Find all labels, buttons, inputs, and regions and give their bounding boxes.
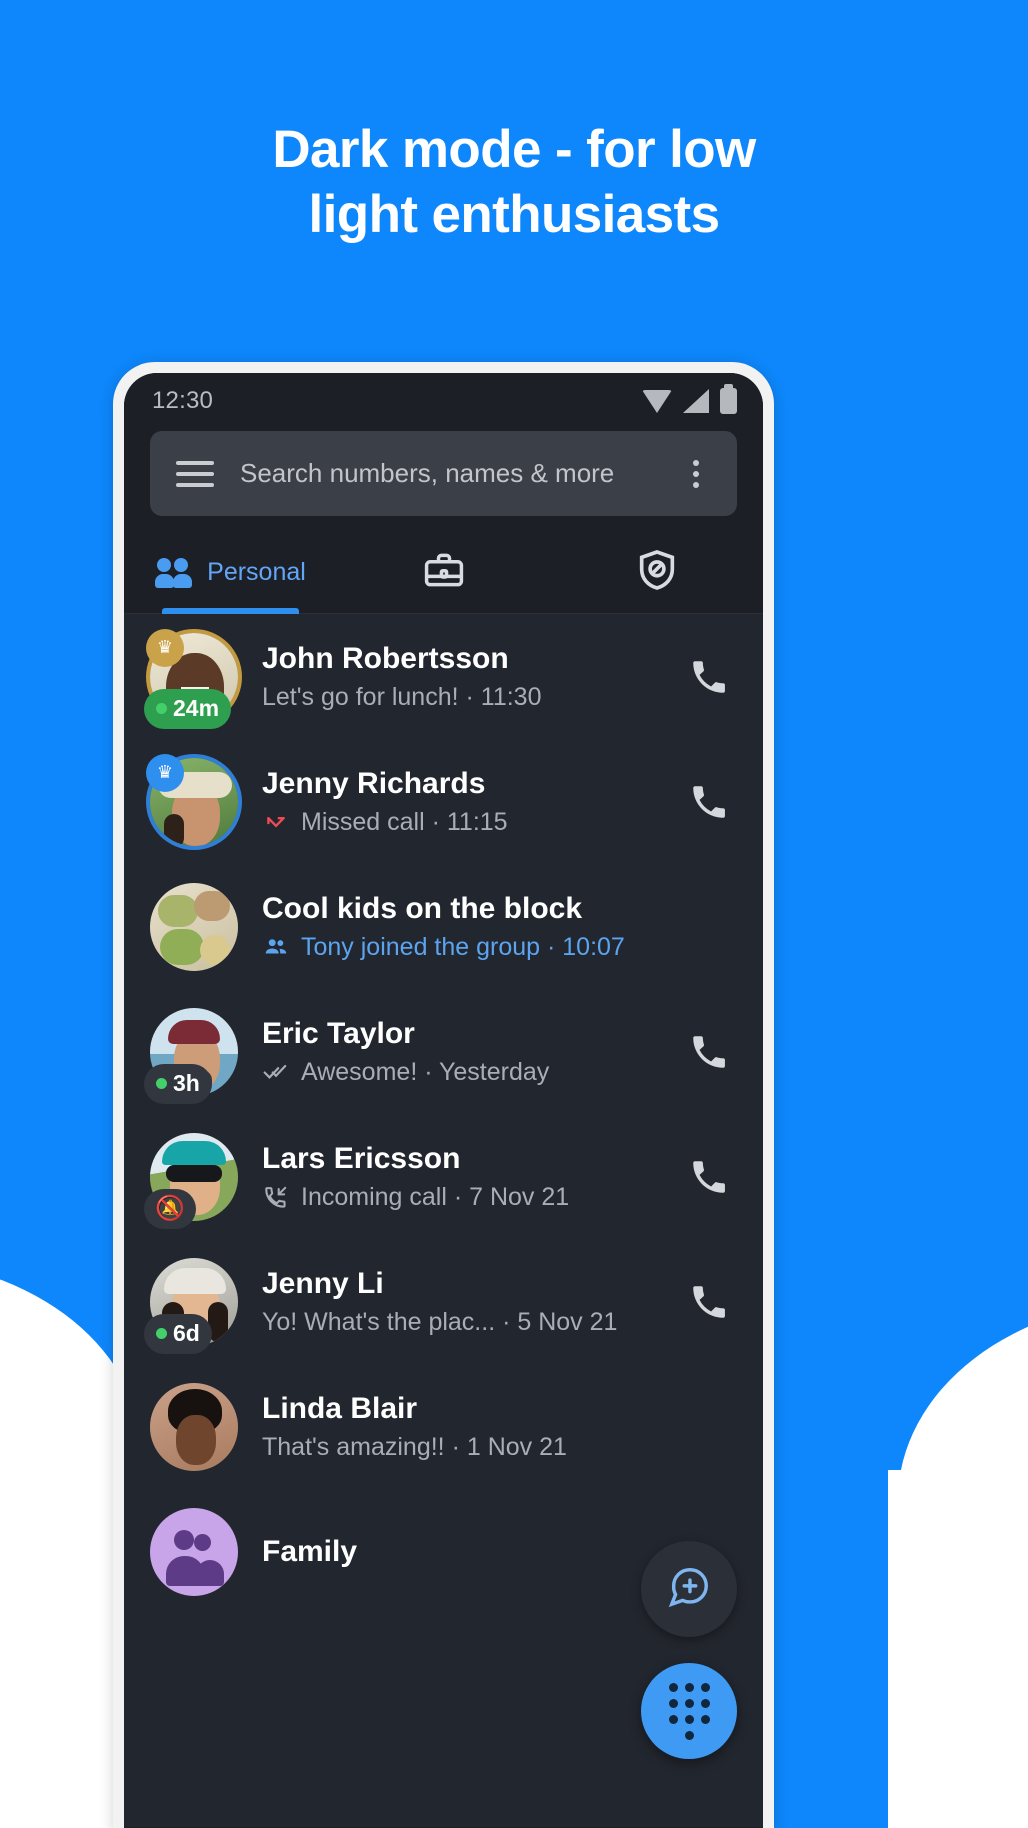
- status-badge: 6d: [144, 1313, 212, 1354]
- call-button[interactable]: [681, 1024, 737, 1080]
- tab-bar: Personal: [124, 532, 763, 614]
- battery-icon: [720, 384, 737, 414]
- contact-name: Jenny Li: [262, 1266, 384, 1300]
- contact-subtitle: That's amazing!! · 1 Nov 21: [262, 1432, 567, 1461]
- contact-subtitle: Let's go for lunch! · 11:30: [262, 682, 542, 711]
- avatar: [150, 1507, 238, 1596]
- incoming-call-icon: [262, 1184, 292, 1210]
- decorative-wedge-right-fill: [888, 1470, 1028, 1828]
- status-icon-group: [642, 384, 737, 414]
- call-button[interactable]: [681, 1149, 737, 1205]
- tab-personal-label: Personal: [207, 558, 306, 586]
- double-check-icon: [262, 1059, 292, 1085]
- contact-name: John Robertsson: [262, 641, 509, 675]
- phone-screen: 12:30 Search numbers, names & more Perso…: [124, 373, 763, 1828]
- search-bar-container: Search numbers, names & more: [124, 425, 763, 516]
- tab-business[interactable]: [337, 532, 550, 613]
- contact-name: Eric Taylor: [262, 1016, 415, 1050]
- table-row[interactable]: 🔕 Lars Ericsson Incoming call · 7 Nov 21: [124, 1114, 763, 1239]
- call-button[interactable]: [681, 1274, 737, 1330]
- wifi-icon: [642, 389, 672, 413]
- muted-badge: 🔕: [144, 1188, 196, 1229]
- table-row[interactable]: 6d Jenny Li Yo! What's the plac... · 5 N…: [124, 1239, 763, 1364]
- avatar: [150, 882, 238, 971]
- headline-line-2: light enthusiasts: [308, 184, 721, 244]
- hamburger-icon[interactable]: [176, 460, 214, 487]
- avatar: 3h: [144, 1007, 238, 1104]
- search-input[interactable]: Search numbers, names & more: [240, 458, 653, 489]
- headline-line-1: Dark mode - for low: [272, 120, 756, 179]
- signal-icon: [683, 389, 709, 413]
- call-button[interactable]: [681, 774, 737, 830]
- contact-subtitle: Yo! What's the plac... · 5 Nov 21: [262, 1307, 618, 1336]
- contact-subtitle: Missed call · 11:15: [262, 808, 657, 837]
- avatar: ♛ 24m: [144, 628, 238, 729]
- promo-headline: Dark mode - for low light enthusiasts: [0, 118, 1028, 247]
- table-row[interactable]: Linda Blair That's amazing!! · 1 Nov 21: [124, 1364, 763, 1489]
- avatar: ♛: [146, 753, 238, 846]
- status-badge-label: 24m: [173, 695, 220, 721]
- search-bar[interactable]: Search numbers, names & more: [150, 431, 737, 516]
- contact-subtitle: Tony joined the group · 10:07: [262, 933, 737, 962]
- decorative-wedge-left-fill: [0, 1440, 120, 1828]
- phone-mockup: 12:30 Search numbers, names & more Perso…: [113, 362, 774, 1828]
- contact-subtitle: Incoming call · 7 Nov 21: [262, 1183, 657, 1212]
- table-row[interactable]: 3h Eric Taylor Awesome! · Yesterday: [124, 989, 763, 1114]
- bell-off-icon: 🔕: [155, 1195, 185, 1222]
- tab-personal[interactable]: Personal: [124, 532, 337, 614]
- people-icon: [155, 557, 195, 588]
- status-bar: 12:30: [124, 373, 763, 425]
- contact-name: Cool kids on the block: [262, 891, 583, 925]
- contact-name: Lars Ericsson: [262, 1141, 461, 1175]
- contact-subtitle: Awesome! · Yesterday: [262, 1058, 657, 1087]
- promo-background: Dark mode - for low light enthusiasts 12…: [0, 0, 1028, 1828]
- premium-crown-icon: ♛: [146, 628, 184, 667]
- status-time: 12:30: [152, 387, 214, 414]
- group-icon: [262, 934, 292, 960]
- status-badge-label: 6d: [173, 1320, 200, 1346]
- contact-name: Jenny Richards: [262, 766, 486, 800]
- dialpad-icon: [668, 1682, 710, 1740]
- new-message-fab[interactable]: [641, 1541, 737, 1637]
- avatar: [150, 1382, 238, 1471]
- call-button[interactable]: [681, 649, 737, 705]
- status-badge-label: 3h: [173, 1070, 200, 1096]
- table-row[interactable]: ♛ Jenny Richards Missed call · 11:15: [124, 739, 763, 864]
- table-row[interactable]: ♛ 24m John Robertsson Let's go for lunch…: [124, 614, 763, 739]
- dialpad-fab[interactable]: [641, 1663, 737, 1759]
- avatar: 6d: [144, 1257, 238, 1354]
- missed-call-icon: [262, 809, 292, 835]
- new-message-icon: [666, 1564, 712, 1615]
- briefcase-icon: [421, 548, 467, 597]
- conversation-list: ♛ 24m John Robertsson Let's go for lunch…: [124, 614, 763, 1827]
- table-row[interactable]: Cool kids on the block Tony joined the g…: [124, 864, 763, 989]
- status-badge: 24m: [144, 688, 232, 729]
- premium-crown-icon: ♛: [146, 753, 184, 792]
- kebab-menu-icon[interactable]: [679, 459, 713, 488]
- status-badge: 3h: [144, 1063, 212, 1104]
- tab-blocked[interactable]: [550, 532, 763, 613]
- avatar: 🔕: [144, 1132, 238, 1229]
- block-shield-icon: [634, 547, 680, 598]
- contact-name: Linda Blair: [262, 1391, 418, 1425]
